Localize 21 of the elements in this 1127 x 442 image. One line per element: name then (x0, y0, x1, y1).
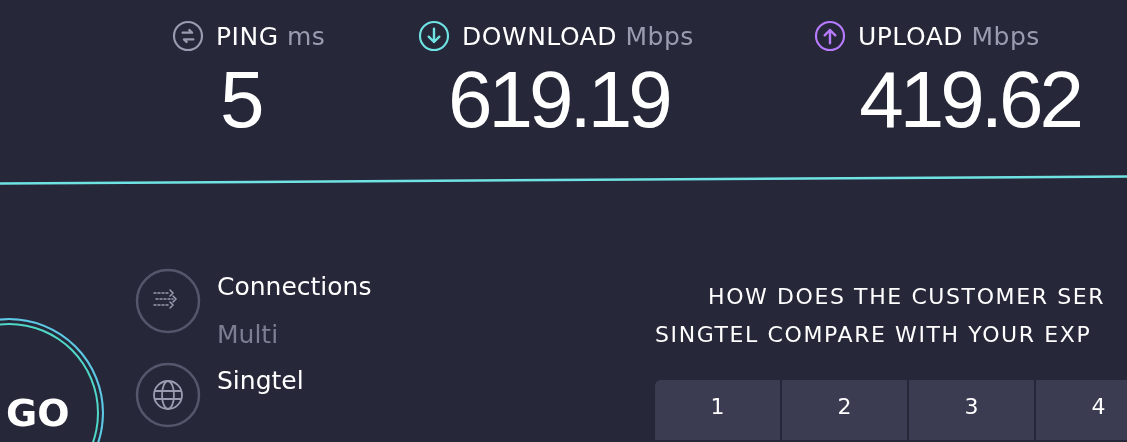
info-title: Singtel (217, 365, 304, 397)
info-subtitle: Multi (217, 319, 280, 351)
metric-label: DOWNLOAD Mbps (462, 21, 694, 51)
globe-icon (135, 362, 201, 428)
rating-button[interactable]: 2 (782, 380, 907, 440)
download-icon (418, 20, 450, 52)
info-title: Connections (217, 271, 372, 303)
metric-value: 419.62 (859, 54, 1080, 146)
connections-icon (135, 268, 201, 334)
rating-button[interactable]: 3 (909, 380, 1034, 440)
survey-question: SINGTEL COMPARE WITH YOUR EXP (655, 321, 1093, 349)
metric-value: 5 (220, 54, 261, 146)
go-button[interactable]: GO (0, 318, 104, 442)
rating-button[interactable]: 1 (655, 380, 780, 440)
metric-value: 619.19 (448, 54, 669, 146)
metric-label: UPLOAD Mbps (858, 21, 1040, 51)
metric-label: PING ms (216, 21, 326, 51)
ping-icon (172, 20, 204, 52)
upload-icon (814, 20, 846, 52)
survey-question: HOW DOES THE CUSTOMER SER (707, 283, 1107, 311)
rating-button[interactable]: 4 (1036, 380, 1127, 440)
